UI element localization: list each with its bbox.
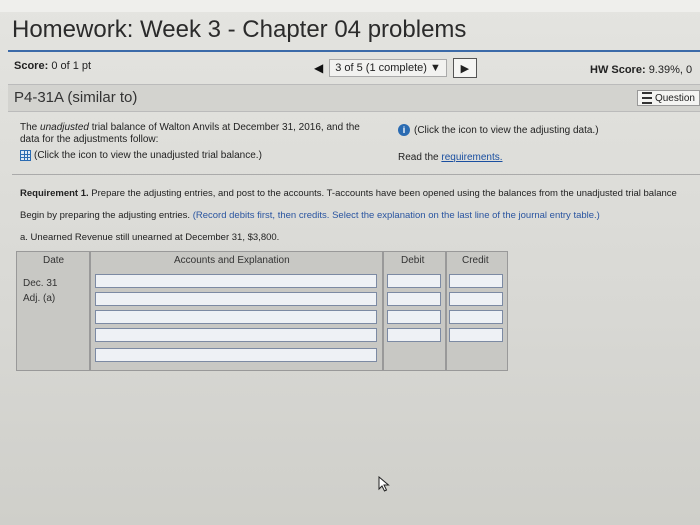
- hw-score-value: 9.39%, 0: [648, 64, 693, 76]
- mouse-pointer-icon: [378, 476, 390, 492]
- debit-input[interactable]: [387, 310, 441, 324]
- intro-text-italic: unadjusted: [40, 122, 89, 133]
- title-divider: [8, 50, 700, 52]
- read-requirements: Read the requirements.: [398, 152, 503, 163]
- account-input[interactable]: [95, 292, 377, 306]
- credit-input[interactable]: [449, 310, 503, 324]
- header-debit: Debit: [401, 255, 425, 266]
- hw-score: HW Score: 9.39%, 0: [590, 64, 692, 76]
- explanation-input[interactable]: [95, 348, 377, 362]
- date-adjustment-ref: Adj. (a): [23, 293, 56, 304]
- debit-input[interactable]: [387, 328, 441, 342]
- requirement-1: Requirement 1. Prepare the adjusting ent…: [20, 188, 677, 199]
- header-credit: Credit: [462, 255, 489, 266]
- header-date: Date: [43, 255, 65, 266]
- browser-top-strip: [0, 0, 700, 12]
- adjusting-data-link[interactable]: i (Click the icon to view the adjusting …: [398, 124, 599, 136]
- begin-instructions: Begin by preparing the adjusting entries…: [20, 210, 600, 221]
- requirement-label: Requirement 1.: [20, 188, 89, 199]
- debit-input[interactable]: [387, 274, 441, 288]
- page-title: Homework: Week 3 - Chapter 04 problems: [12, 16, 467, 43]
- read-the-text: Read the: [398, 152, 442, 163]
- score-label: Score:: [14, 60, 49, 72]
- score: Score: 0 of 1 pt: [14, 60, 91, 72]
- debit-input[interactable]: [387, 292, 441, 306]
- column-divider: [382, 252, 384, 370]
- problem-intro: The unadjusted trial balance of Walton A…: [20, 122, 370, 146]
- account-input[interactable]: [95, 274, 377, 288]
- column-divider: [89, 252, 91, 370]
- begin-text: Begin by preparing the adjusting entries…: [20, 210, 191, 221]
- previous-question-icon[interactable]: ◀: [314, 61, 323, 75]
- section-divider: [12, 174, 700, 175]
- score-value: 0 of 1 pt: [51, 60, 92, 72]
- account-input[interactable]: [95, 310, 377, 324]
- next-question-button[interactable]: ▶: [452, 58, 477, 78]
- requirements-link[interactable]: requirements.: [441, 152, 502, 163]
- hw-score-label: HW Score:: [590, 64, 646, 76]
- date-month: Dec. 31: [23, 278, 58, 289]
- account-input[interactable]: [95, 328, 377, 342]
- question-navigator: ◀ 3 of 5 (1 complete) ▼ ▶: [314, 58, 477, 78]
- screen: Homework: Week 3 - Chapter 04 problems S…: [0, 0, 700, 525]
- problem-bar: P4-31A (similar to) Question: [8, 84, 700, 112]
- credit-input[interactable]: [449, 328, 503, 342]
- list-icon: [641, 92, 652, 104]
- credit-input[interactable]: [449, 274, 503, 288]
- problem-id: P4-31A (similar to): [14, 89, 138, 106]
- begin-note: (Record debits first, then credits. Sele…: [192, 210, 600, 221]
- adjusting-data-link-text: (Click the icon to view the adjusting da…: [414, 124, 599, 136]
- question-help-button[interactable]: Question: [636, 90, 700, 106]
- column-divider: [445, 252, 447, 370]
- next-arrow-icon: ▶: [460, 62, 470, 75]
- trial-balance-link[interactable]: (Click the icon to view the unadjusted t…: [20, 150, 262, 161]
- sub-question: a. Unearned Revenue still unearned at De…: [20, 232, 280, 243]
- trial-balance-link-text: (Click the icon to view the unadjusted t…: [34, 150, 262, 161]
- info-icon[interactable]: i: [398, 124, 410, 136]
- intro-text-start: The: [20, 122, 41, 133]
- requirement-text: Prepare the adjusting entries, and post …: [91, 188, 677, 199]
- dropdown-arrow-icon: ▼: [430, 62, 441, 74]
- question-position: 3 of 5 (1 complete): [335, 62, 427, 74]
- header-accounts: Accounts and Explanation: [174, 255, 290, 266]
- table-icon[interactable]: [20, 150, 31, 161]
- question-selector[interactable]: 3 of 5 (1 complete) ▼: [329, 59, 447, 77]
- credit-input[interactable]: [449, 292, 503, 306]
- journal-entry-table: Date Accounts and Explanation Debit Cred…: [16, 251, 508, 371]
- question-help-label: Question: [654, 92, 695, 104]
